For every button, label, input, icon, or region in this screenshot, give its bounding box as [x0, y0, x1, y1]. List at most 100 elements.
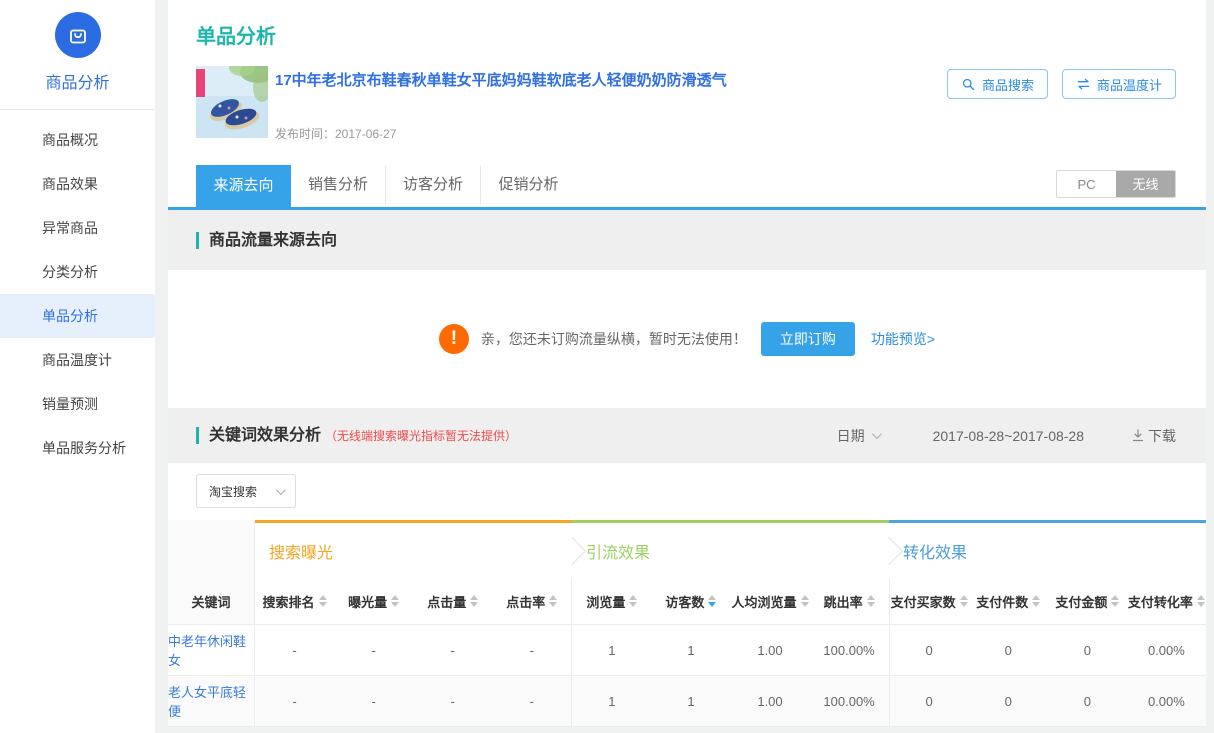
chevron-down-icon: [872, 429, 882, 439]
tab-promotion-analysis[interactable]: 促销分析: [481, 165, 576, 205]
download-icon: [1132, 429, 1144, 442]
column-header-pageviews[interactable]: 浏览量: [571, 578, 651, 624]
sidebar-item-product-thermometer[interactable]: 商品温度计: [0, 338, 155, 382]
sidebar-header: 商品分析: [0, 0, 155, 110]
column-header-paid-items[interactable]: 支付件数: [969, 578, 1048, 624]
order-now-button[interactable]: 立即订购: [761, 322, 855, 356]
table-row: 老人女平底轻便 - - - - 1 1 1.00 100.00% 0 0 0 0…: [168, 676, 1206, 727]
column-header-paying-buyers[interactable]: 支付买家数: [889, 578, 969, 624]
table-cell: 0: [889, 676, 969, 726]
product-thumbnail[interactable]: [196, 66, 268, 138]
sort-icon: [867, 595, 875, 607]
table-cell: -: [334, 676, 413, 726]
sidebar-item-product-effect[interactable]: 商品效果: [0, 162, 155, 206]
keyword-link[interactable]: 老人女平底轻便: [168, 676, 255, 726]
table-row: 中老年休闲鞋女 - - - - 1 1 1.00 100.00% 0 0 0 0…: [168, 625, 1206, 676]
sidebar-item-single-product-service[interactable]: 单品服务分析: [0, 426, 155, 470]
warning-text: 亲，您还未订购流量纵横，暂时无法使用！: [481, 329, 747, 349]
sidebar-item-abnormal-products[interactable]: 异常商品: [0, 206, 155, 250]
table-group-header-row: 搜索曝光 引流效果 转化效果: [168, 520, 1206, 578]
table-cell: -: [413, 676, 492, 726]
table-cell: 1: [571, 625, 651, 675]
group-traffic-effect: 引流效果: [572, 520, 889, 578]
search-icon: [961, 77, 976, 92]
flow-section-title: 商品流量来源去向: [196, 232, 337, 249]
sort-icon-active-desc: [708, 595, 716, 607]
product-title-link[interactable]: 17中年老北京布鞋春秋单鞋女平底妈妈鞋软底老人轻便奶奶防滑透气: [275, 69, 895, 90]
table-cell: 0: [969, 625, 1048, 675]
sidebar-item-category-analysis[interactable]: 分类分析: [0, 250, 155, 294]
sidebar-title: 商品分析: [0, 69, 155, 93]
flow-section-body: ! 亲，您还未订购流量纵横，暂时无法使用！ 立即订购 功能预览>: [168, 270, 1206, 408]
analysis-tabs: 来源去向 销售分析 访客分析 促销分析: [196, 165, 576, 207]
sidebar-item-product-overview[interactable]: 商品概况: [0, 118, 155, 162]
sort-icon: [960, 595, 968, 607]
column-header-avg-pageviews[interactable]: 人均浏览量: [730, 578, 809, 624]
column-header-search-rank[interactable]: 搜索排名: [255, 578, 334, 624]
tab-visitor-analysis[interactable]: 访客分析: [386, 165, 481, 205]
table-cell: 1.00: [730, 625, 809, 675]
date-dropdown[interactable]: 日期: [837, 426, 879, 446]
feature-preview-link[interactable]: 功能预览>: [871, 329, 935, 349]
flow-section-header: 商品流量来源去向: [168, 210, 1206, 270]
chevron-down-icon: [276, 485, 286, 495]
table-cell: 100.00%: [810, 625, 889, 675]
sort-icon: [549, 595, 557, 607]
column-header-conversion-rate[interactable]: 支付转化率: [1127, 578, 1206, 624]
column-header-payment-amount[interactable]: 支付金额: [1048, 578, 1127, 624]
filter-area: 淘宝搜索: [168, 463, 1206, 520]
table-cell: 0.00%: [1127, 676, 1206, 726]
keyword-section-header: 关键词效果分析 （无线端搜索曝光指标暂无法提供） 日期 2017-08-28~2…: [168, 408, 1206, 463]
sidebar-menu: 商品概况 商品效果 异常商品 分类分析 单品分析 商品温度计 销量预测 单品服务…: [0, 110, 155, 470]
sort-icon: [629, 595, 637, 607]
table-cell: 0: [889, 625, 969, 675]
tab-source-destination[interactable]: 来源去向: [196, 165, 291, 207]
table-cell: -: [255, 625, 334, 675]
keyword-link[interactable]: 中老年休闲鞋女: [168, 625, 255, 675]
keyword-table: 搜索曝光 引流效果 转化效果 关键词 搜索排名 曝光量 点击量 点: [168, 520, 1206, 727]
sort-icon: [1111, 595, 1119, 607]
product-thermometer-button[interactable]: 商品温度计: [1062, 69, 1176, 99]
exclamation-icon: !: [439, 324, 469, 354]
header-buttons: 商品搜索 商品温度计: [947, 69, 1176, 99]
sort-icon: [801, 595, 809, 607]
column-header-ctr[interactable]: 点击率: [492, 578, 571, 624]
device-toggle: PC 无线: [1056, 170, 1176, 198]
column-header-bounce-rate[interactable]: 跳出率: [810, 578, 889, 624]
table-cell: -: [492, 625, 571, 675]
group-search-exposure: 搜索曝光: [255, 520, 572, 578]
page-header: 单品分析 17中年老北京布鞋春秋单鞋女平底妈妈鞋软底老人轻便奶奶防滑透气 发布时…: [168, 0, 1206, 160]
toggle-pc[interactable]: PC: [1057, 171, 1116, 197]
column-header-keyword: 关键词: [168, 578, 255, 624]
search-source-select[interactable]: 淘宝搜索: [196, 474, 296, 508]
sidebar-item-single-product-analysis[interactable]: 单品分析: [0, 294, 155, 338]
tabs-bar: 来源去向 销售分析 访客分析 促销分析 PC 无线: [168, 160, 1206, 210]
table-cell: 1: [651, 676, 730, 726]
table-column-header-row: 关键词 搜索排名 曝光量 点击量 点击率 浏览量 访客数 人均浏览量: [168, 578, 1206, 625]
sort-icon: [1032, 595, 1040, 607]
table-cell: 0: [1048, 676, 1127, 726]
keyword-group-spacer: [168, 520, 255, 578]
keyword-section-title: 关键词效果分析: [196, 427, 321, 444]
sort-icon: [1197, 595, 1205, 607]
table-cell: 0: [1048, 625, 1127, 675]
product-search-button[interactable]: 商品搜索: [947, 69, 1048, 99]
tab-sales-analysis[interactable]: 销售分析: [291, 165, 386, 205]
download-link[interactable]: 下载: [1132, 426, 1176, 446]
publish-time: 发布时间：2017-06-27: [275, 125, 396, 142]
swap-arrows-icon: [1076, 78, 1091, 90]
keyword-section-note: （无线端搜索曝光指标暂无法提供）: [325, 427, 517, 444]
toggle-wireless[interactable]: 无线: [1116, 171, 1175, 197]
sidebar-item-sales-forecast[interactable]: 销量预测: [0, 382, 155, 426]
table-cell: -: [413, 625, 492, 675]
column-header-exposure[interactable]: 曝光量: [334, 578, 413, 624]
sort-icon: [470, 595, 478, 607]
column-header-visitors[interactable]: 访客数: [651, 578, 730, 624]
table-cell: 0.00%: [1127, 625, 1206, 675]
group-conversion-effect: 转化效果: [889, 520, 1206, 578]
shopping-bag-icon: [55, 12, 101, 58]
table-cell: -: [492, 676, 571, 726]
column-header-clicks[interactable]: 点击量: [413, 578, 492, 624]
table-cell: 1.00: [730, 676, 809, 726]
page-title: 单品分析: [196, 20, 276, 49]
